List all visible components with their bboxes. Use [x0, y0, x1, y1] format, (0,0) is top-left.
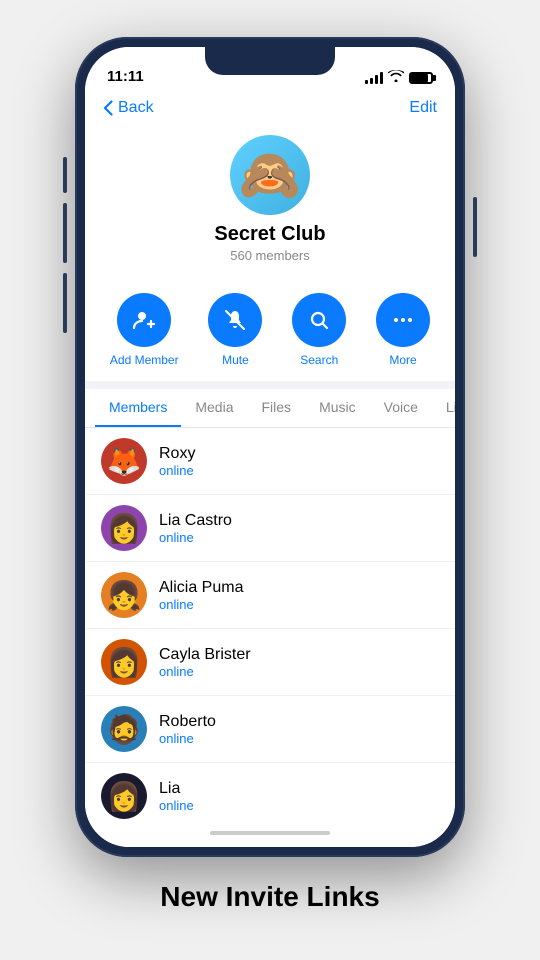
battery-fill: [411, 74, 428, 82]
member-name: Roxy: [159, 445, 195, 463]
member-avatar: 👩: [101, 773, 147, 819]
member-avatar: 👩: [101, 505, 147, 551]
signal-bar-1: [365, 80, 368, 84]
member-avatar: 👩: [101, 639, 147, 685]
side-buttons-right: [473, 197, 477, 257]
member-avatar: 👧: [101, 572, 147, 618]
power-button: [473, 197, 477, 257]
member-status: online: [159, 597, 243, 612]
group-avatar: 🙈: [230, 135, 310, 215]
member-row[interactable]: 👩 Lia Castroonline: [85, 495, 455, 562]
add-member-button[interactable]: Add Member: [110, 293, 179, 367]
volume-up-button: [63, 203, 67, 263]
tab-media[interactable]: Media: [181, 389, 247, 427]
phone-notch: [205, 47, 335, 75]
bottom-label: New Invite Links: [160, 881, 379, 913]
group-emoji: 🙈: [239, 146, 301, 205]
more-action-button[interactable]: More: [376, 293, 430, 367]
member-info: Roxyonline: [159, 445, 195, 478]
back-label: Back: [118, 99, 154, 117]
search-label: Search: [300, 353, 338, 367]
more-label: More: [389, 353, 416, 367]
member-row[interactable]: 👧 Alicia Pumaonline: [85, 562, 455, 629]
member-name: Alicia Puma: [159, 579, 243, 597]
members-list: 🦊Roxyonline👩Lia Castroonline👧Alicia Puma…: [85, 428, 455, 819]
tab-links[interactable]: Li...: [432, 389, 455, 427]
member-avatar: 🧔: [101, 706, 147, 752]
member-status: online: [159, 731, 216, 746]
group-info: 🙈 Secret Club 560 members: [85, 125, 455, 279]
more-icon: [376, 293, 430, 347]
group-members-count: 560 members: [230, 248, 309, 263]
search-action-button[interactable]: Search: [292, 293, 346, 367]
tab-files[interactable]: Files: [248, 389, 306, 427]
phone-frame: 11:11: [75, 37, 465, 857]
signal-bar-4: [380, 72, 383, 84]
nav-bar: Back Edit: [85, 91, 455, 125]
member-avatar: 🦊: [101, 438, 147, 484]
member-info: Alicia Pumaonline: [159, 579, 243, 612]
member-status: online: [159, 530, 232, 545]
battery-icon: [409, 72, 433, 84]
member-name: Lia: [159, 780, 194, 798]
phone-screen: 11:11: [85, 47, 455, 847]
side-buttons-left: [63, 157, 67, 333]
group-name: Secret Club: [214, 223, 325, 246]
action-buttons: Add Member Mute: [85, 279, 455, 381]
edit-button[interactable]: Edit: [409, 99, 437, 117]
section-separator: [85, 381, 455, 389]
back-button[interactable]: Back: [103, 99, 154, 117]
member-row[interactable]: 🦊 Roxyonline: [85, 428, 455, 495]
member-row[interactable]: 👩 Liaonline: [85, 763, 455, 819]
page-wrapper: 11:11: [0, 0, 540, 960]
member-status: online: [159, 463, 195, 478]
member-info: Liaonline: [159, 780, 194, 813]
member-row[interactable]: 🧔 Robertoonline: [85, 696, 455, 763]
wifi-icon: [388, 70, 404, 85]
tabs-scroll: Members Media Files Music Voice Li...: [85, 389, 455, 427]
search-icon: [292, 293, 346, 347]
tab-music[interactable]: Music: [305, 389, 370, 427]
mute-button: [63, 157, 67, 193]
home-bar: [210, 831, 330, 835]
home-indicator: [85, 819, 455, 847]
mute-icon: [208, 293, 262, 347]
member-name: Lia Castro: [159, 512, 232, 530]
tabs-container: Members Media Files Music Voice Li...: [85, 389, 455, 428]
volume-down-button: [63, 273, 67, 333]
mute-action-button[interactable]: Mute: [208, 293, 262, 367]
member-info: Robertoonline: [159, 713, 216, 746]
status-time: 11:11: [107, 68, 144, 85]
signal-bars-icon: [365, 72, 383, 84]
member-info: Lia Castroonline: [159, 512, 232, 545]
signal-bar-2: [370, 78, 373, 84]
mute-label: Mute: [222, 353, 249, 367]
member-name: Cayla Brister: [159, 646, 251, 664]
status-icons: [365, 70, 433, 85]
tab-voice[interactable]: Voice: [370, 389, 432, 427]
member-status: online: [159, 798, 194, 813]
member-status: online: [159, 664, 251, 679]
tab-members[interactable]: Members: [95, 389, 181, 427]
add-member-icon: [117, 293, 171, 347]
member-row[interactable]: 👩 Cayla Bristeronline: [85, 629, 455, 696]
member-name: Roberto: [159, 713, 216, 731]
member-info: Cayla Bristeronline: [159, 646, 251, 679]
signal-bar-3: [375, 75, 378, 84]
add-member-label: Add Member: [110, 353, 179, 367]
